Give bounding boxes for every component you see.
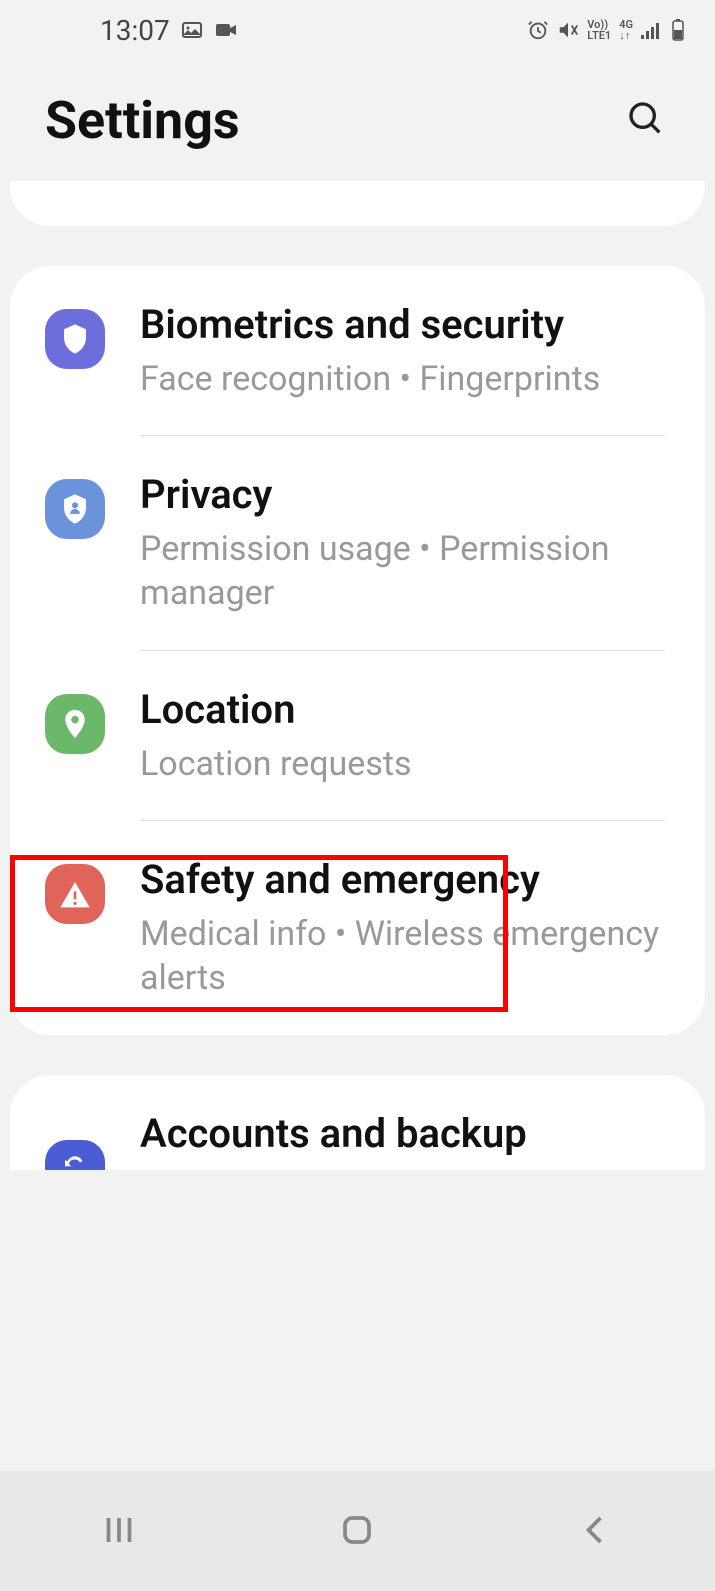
item-title: Location (140, 686, 675, 734)
video-icon (214, 20, 238, 40)
location-pin-icon (45, 694, 105, 754)
accounts-sync-icon (45, 1140, 105, 1170)
privacy-shield-icon (45, 479, 105, 539)
item-title: Biometrics and security (140, 301, 675, 349)
mute-icon (557, 19, 579, 41)
item-text: Accounts and backup (140, 1110, 675, 1158)
home-button[interactable] (282, 1491, 432, 1571)
search-icon (626, 99, 666, 142)
home-icon (339, 1512, 375, 1551)
item-subtitle: Medical info • Wireless emergency alerts (140, 912, 675, 1000)
item-subtitle: Permission usage • Permission manager (140, 527, 675, 615)
item-text: Safety and emergency Medical info • Wire… (140, 856, 675, 1000)
status-left: 13:07 (100, 14, 238, 47)
emergency-icon (45, 864, 105, 924)
settings-group-accounts: Accounts and backup (10, 1075, 705, 1170)
settings-item-biometrics[interactable]: Biometrics and security Face recognition… (10, 266, 705, 436)
item-title: Accounts and backup (140, 1110, 675, 1158)
item-text: Location Location requests (140, 686, 675, 786)
item-subtitle: Location requests (140, 742, 675, 786)
navigation-bar (0, 1471, 715, 1591)
item-title: Privacy (140, 471, 675, 519)
network-4g-icon: 4G↓↑ (619, 19, 633, 41)
recents-icon (101, 1512, 137, 1551)
settings-item-location[interactable]: Location Location requests (10, 651, 705, 821)
settings-group-security: Biometrics and security Face recognition… (10, 266, 705, 1035)
partial-card-top (10, 181, 705, 226)
settings-item-accounts[interactable]: Accounts and backup (10, 1075, 705, 1170)
header: Settings (0, 60, 715, 181)
settings-item-safety[interactable]: Safety and emergency Medical info • Wire… (10, 821, 705, 1035)
item-text: Biometrics and security Face recognition… (140, 301, 675, 401)
signal-icon (641, 21, 663, 39)
alarm-icon (527, 19, 549, 41)
volte-icon: Vo))LTE1 (587, 19, 611, 41)
item-subtitle: Face recognition • Fingerprints (140, 357, 675, 401)
status-bar: 13:07 Vo))LTE1 4G↓↑ (0, 0, 715, 60)
back-icon (578, 1512, 614, 1551)
item-text: Privacy Permission usage • Permission ma… (140, 471, 675, 615)
picture-icon (180, 18, 204, 42)
status-time: 13:07 (100, 14, 170, 47)
shield-icon (45, 309, 105, 369)
search-button[interactable] (622, 97, 670, 145)
back-button[interactable] (521, 1491, 671, 1571)
recents-button[interactable] (44, 1491, 194, 1571)
page-title: Settings (45, 90, 240, 151)
status-right: Vo))LTE1 4G↓↑ (527, 18, 685, 42)
settings-item-privacy[interactable]: Privacy Permission usage • Permission ma… (10, 436, 705, 650)
battery-icon (671, 18, 685, 42)
item-title: Safety and emergency (140, 856, 675, 904)
